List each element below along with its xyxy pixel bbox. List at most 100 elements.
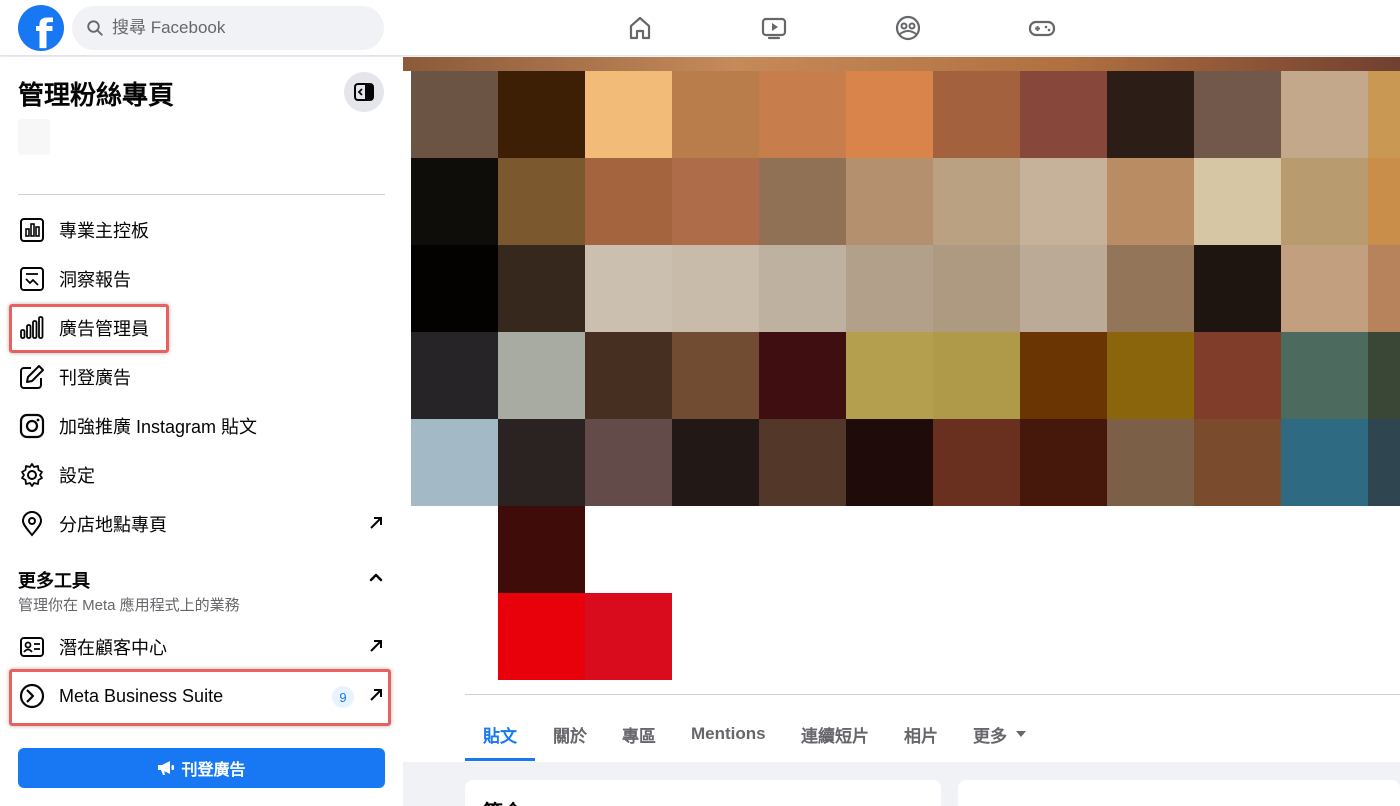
sidebar-item-label: 設定 xyxy=(59,466,95,486)
mosaic-cell xyxy=(1194,71,1281,158)
external-link-icon xyxy=(370,517,382,529)
tab-posts[interactable]: 貼文 xyxy=(483,707,517,761)
megaphone-icon xyxy=(158,761,175,775)
sidebar-item-insights[interactable]: 洞察報告 xyxy=(0,256,403,302)
search-input[interactable] xyxy=(112,18,362,38)
mosaic-cell xyxy=(498,332,585,419)
bar-chart-icon xyxy=(18,314,46,342)
sidebar-item-label: 加強推廣 Instagram 貼文 xyxy=(59,417,258,437)
mosaic-cell xyxy=(1107,71,1194,158)
mosaic-cell xyxy=(498,71,585,158)
mosaic-cell xyxy=(1368,245,1400,332)
sidebar-item-label: 洞察報告 xyxy=(59,270,131,290)
mosaic-cell xyxy=(672,245,759,332)
caret-down-icon xyxy=(1016,731,1026,737)
collapse-sidebar-button[interactable] xyxy=(344,72,384,112)
video-icon[interactable] xyxy=(756,10,792,46)
mosaic-cell xyxy=(759,158,846,245)
mosaic-cell xyxy=(1194,158,1281,245)
mosaic-cell xyxy=(759,71,846,158)
mosaic-cell xyxy=(846,158,933,245)
tab-about[interactable]: 關於 xyxy=(553,707,587,761)
mosaic-cell xyxy=(585,158,672,245)
search-icon xyxy=(87,20,103,36)
create-ad-button[interactable]: 刊登廣告 xyxy=(18,748,385,788)
mosaic-cell xyxy=(1194,245,1281,332)
sidebar-item-label: 分店地點專頁 xyxy=(59,515,167,535)
logo-letter: f xyxy=(35,12,53,51)
sidebar-divider xyxy=(18,194,385,195)
mosaic-cell xyxy=(1281,419,1368,506)
sidebar-item-meta-business-suite[interactable]: Meta Business Suite 9 xyxy=(0,673,403,719)
sidebar-item-dashboard[interactable]: 專業主控板 xyxy=(0,207,403,253)
sidebar-item-label: 潛在顧客中心 xyxy=(59,638,167,658)
mosaic-cell xyxy=(1368,71,1400,158)
mosaic-cell xyxy=(498,506,585,593)
notification-badge: 9 xyxy=(332,686,354,708)
mosaic-cell xyxy=(672,332,759,419)
mosaic-cell xyxy=(1020,158,1107,245)
mosaic-cell xyxy=(933,245,1020,332)
create-ad-label: 刊登廣告 xyxy=(181,762,246,779)
mosaic-cell xyxy=(1281,71,1368,158)
create-post-card xyxy=(958,780,1400,806)
chevron-up-icon[interactable] xyxy=(366,567,386,587)
sidebar-item-create-ad[interactable]: 刊登廣告 xyxy=(0,354,403,400)
tab-photos[interactable]: 相片 xyxy=(904,707,938,761)
sidebar-toggle-icon xyxy=(354,83,374,101)
more-tools-title: 更多工具 xyxy=(18,571,90,591)
tab-more[interactable]: 更多 xyxy=(973,707,1027,761)
cover-photo[interactable] xyxy=(403,57,1400,71)
dashboard-icon xyxy=(18,216,46,244)
mosaic-cell xyxy=(1020,71,1107,158)
intro-card-title: 簡介 xyxy=(483,796,523,806)
mosaic-cell xyxy=(411,245,498,332)
sidebar-item-boost-instagram[interactable]: 加強推廣 Instagram 貼文 xyxy=(0,403,403,449)
groups-icon[interactable] xyxy=(890,10,926,46)
tab-mentions[interactable]: Mentions xyxy=(691,707,766,761)
sidebar-item-locations[interactable]: 分店地點專頁 xyxy=(0,501,403,547)
mosaic-cell xyxy=(1281,158,1368,245)
mosaic-cell xyxy=(933,71,1020,158)
mosaic-cell xyxy=(585,71,672,158)
edit-icon xyxy=(18,363,46,391)
active-tab-indicator xyxy=(465,758,535,761)
mosaic-cell xyxy=(1107,245,1194,332)
page-main-area: 貼文 關於 專區 Mentions 連續短片 相片 更多 簡介 xyxy=(403,57,1400,806)
sidebar-item-ads-manager[interactable]: 廣告管理員 xyxy=(0,305,403,351)
sidebar-item-label: 專業主控板 xyxy=(59,221,149,241)
mosaic-cell xyxy=(1107,332,1194,419)
tabs-divider xyxy=(465,694,1400,695)
sidebar-item-settings[interactable]: 設定 xyxy=(0,452,403,498)
mosaic-cell xyxy=(411,158,498,245)
sidebar-item-lead-center[interactable]: 潛在顧客中心 xyxy=(0,624,403,670)
mosaic-cell xyxy=(585,419,672,506)
facebook-logo[interactable]: f xyxy=(18,5,64,51)
page-avatar[interactable] xyxy=(18,119,50,155)
more-tools-subtitle: 管理你在 Meta 應用程式上的業務 xyxy=(18,597,240,614)
home-icon[interactable] xyxy=(622,10,658,46)
mosaic-cell xyxy=(1107,158,1194,245)
mosaic-cell xyxy=(672,158,759,245)
gaming-icon[interactable] xyxy=(1024,10,1060,46)
tab-reels[interactable]: 連續短片 xyxy=(801,707,869,761)
meta-business-icon xyxy=(18,682,46,710)
mosaic-cell xyxy=(846,245,933,332)
sidebar-item-label: 廣告管理員 xyxy=(59,319,149,339)
mosaic-cell xyxy=(1020,245,1107,332)
mosaic-cell xyxy=(498,419,585,506)
mosaic-cell xyxy=(1194,332,1281,419)
mosaic-cell xyxy=(846,332,933,419)
search-box[interactable] xyxy=(72,6,384,50)
mosaic-cell xyxy=(1281,245,1368,332)
mosaic-cell xyxy=(1281,332,1368,419)
mosaic-cell xyxy=(933,158,1020,245)
sidebar-item-label: Meta Business Suite xyxy=(59,685,224,706)
instagram-icon xyxy=(18,412,46,440)
mosaic-cell xyxy=(672,419,759,506)
mosaic-cell xyxy=(759,419,846,506)
mosaic-cell xyxy=(585,593,672,680)
mosaic-cell xyxy=(1368,158,1400,245)
tab-sections[interactable]: 專區 xyxy=(622,707,656,761)
mosaic-cell xyxy=(933,332,1020,419)
